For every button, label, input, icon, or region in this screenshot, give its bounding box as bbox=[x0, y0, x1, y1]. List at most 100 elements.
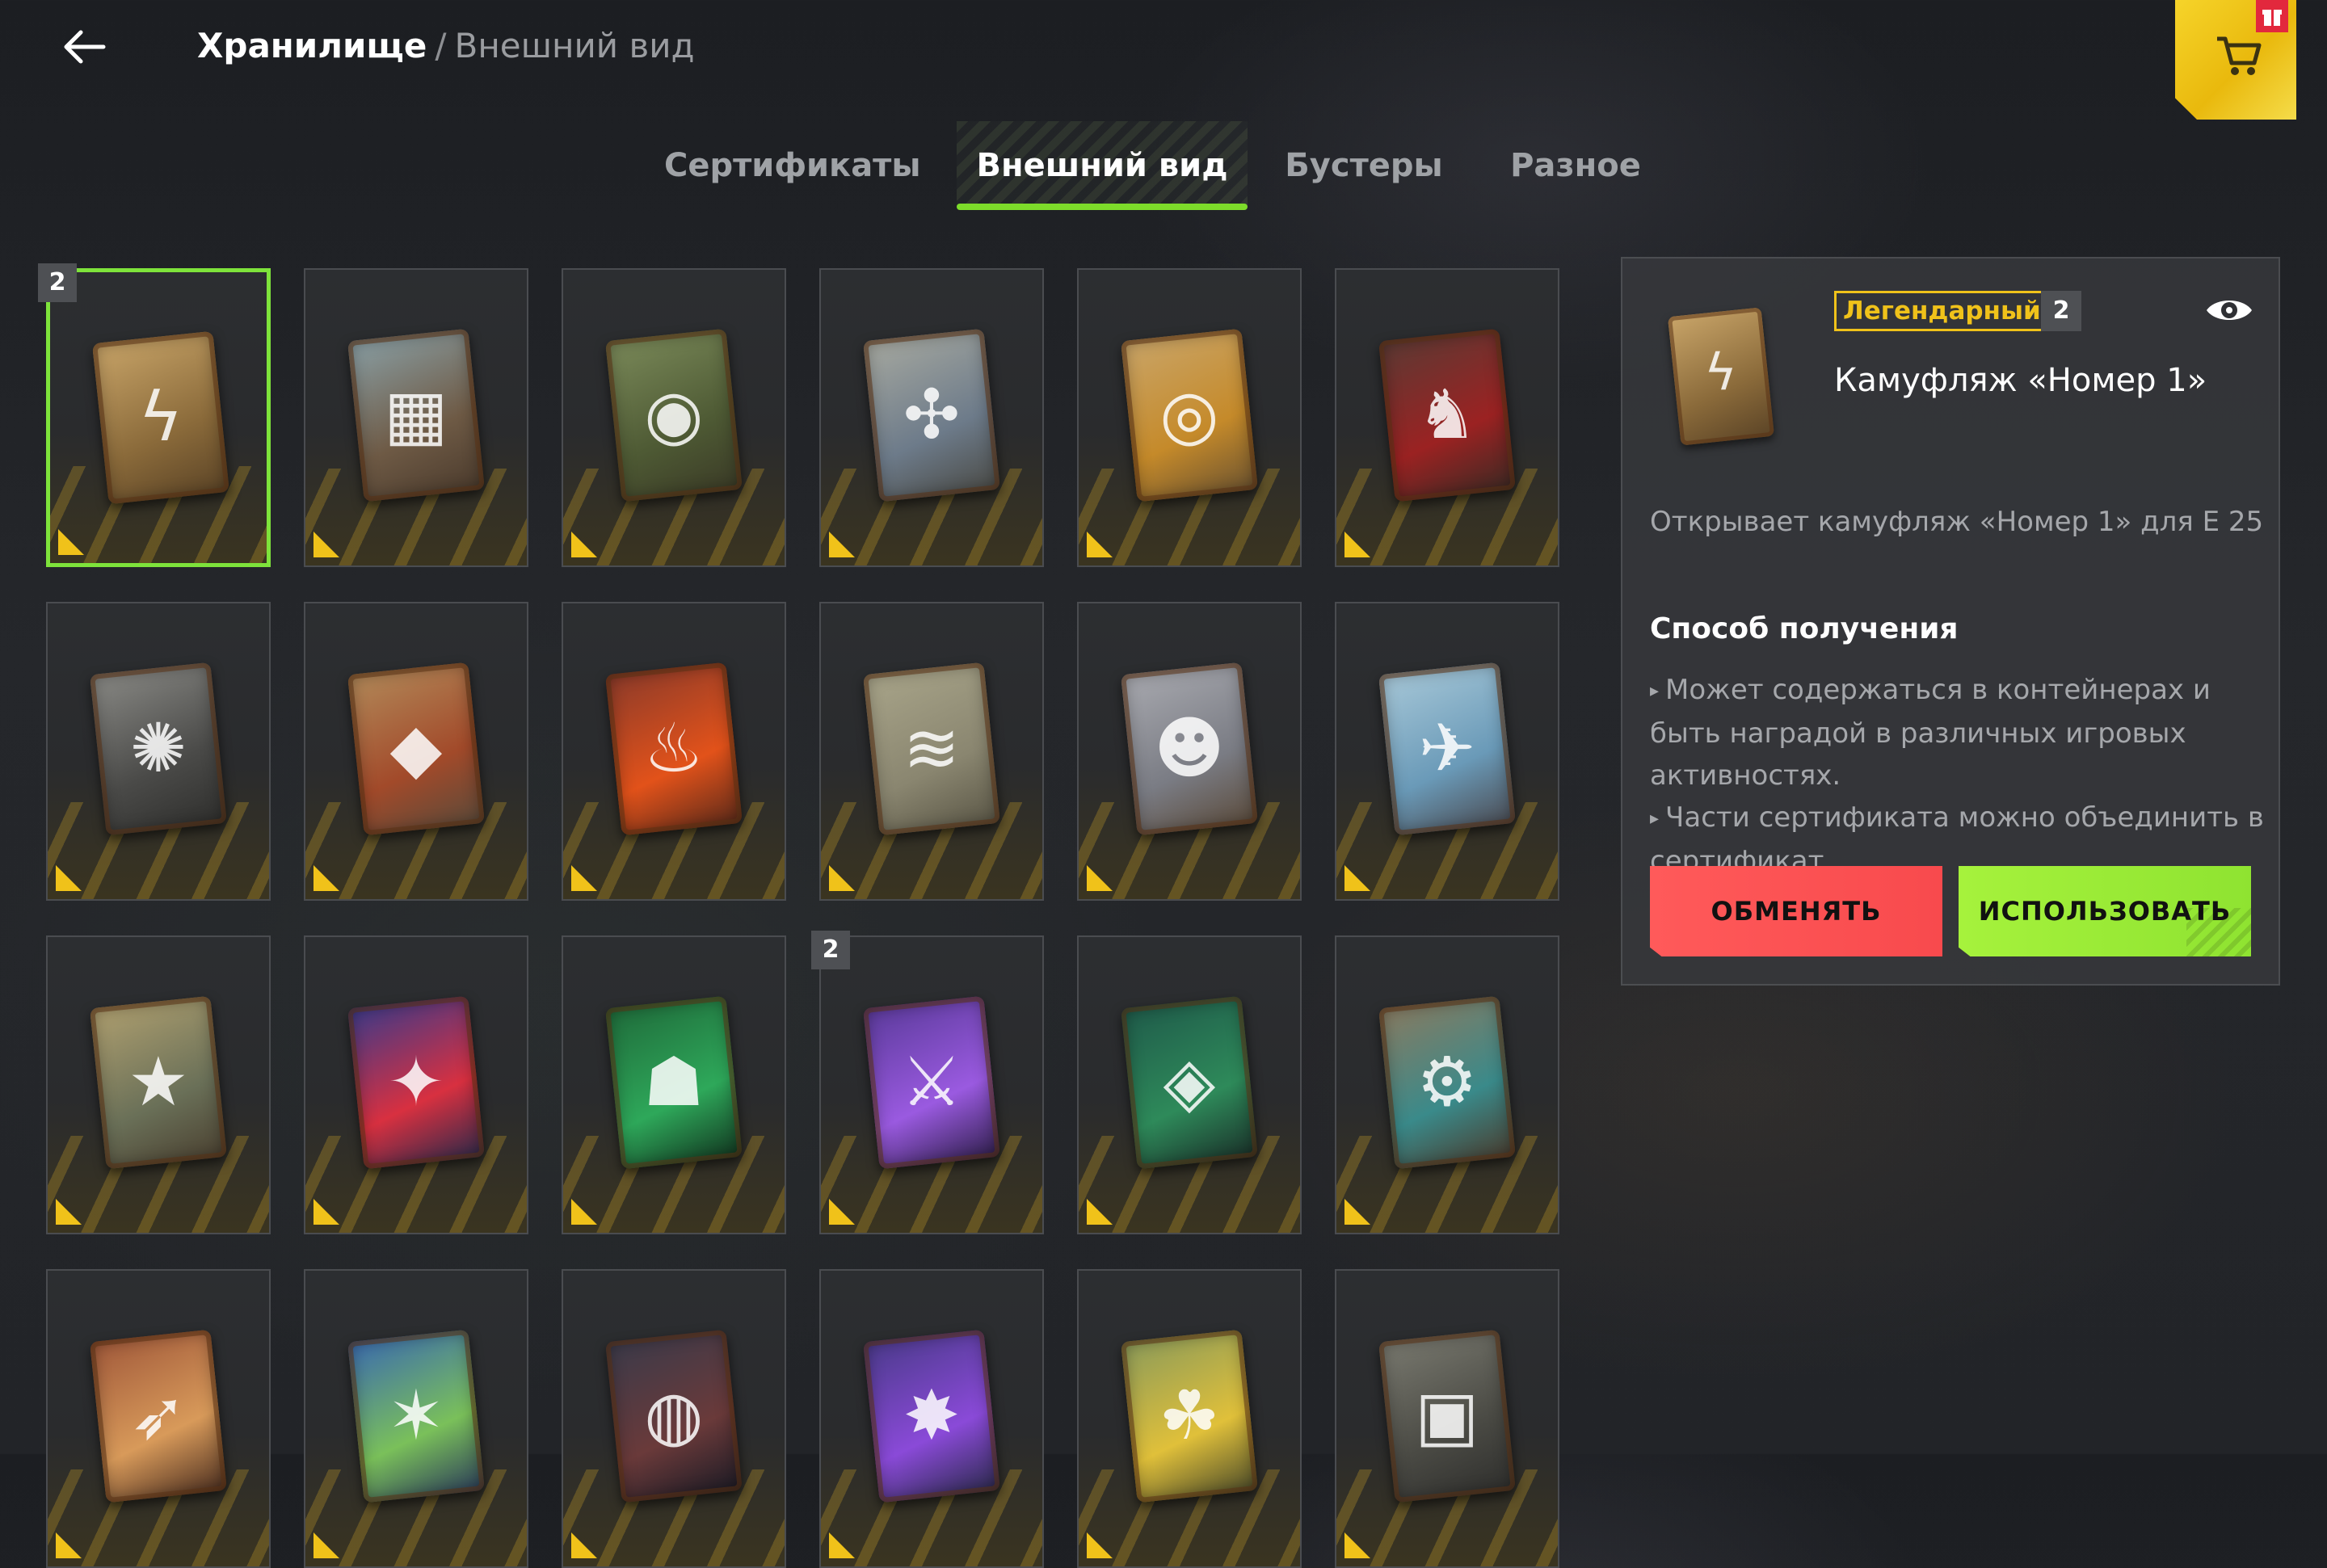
item-cell[interactable]: ☘ bbox=[1077, 1269, 1302, 1568]
item-cell[interactable]: ✸ bbox=[819, 1269, 1044, 1568]
rarity-corner-icon bbox=[1344, 865, 1370, 891]
police-light-card: ✦ bbox=[347, 995, 486, 1170]
rabbit-card: ☻ bbox=[1120, 662, 1259, 836]
item-cell[interactable]: ϟ bbox=[46, 268, 271, 567]
green-cube-icon: ◈ bbox=[1163, 1042, 1216, 1122]
back-button[interactable] bbox=[58, 23, 110, 71]
bullet-arrow-icon: ▸ bbox=[1650, 681, 1660, 701]
shield-card: ◆ bbox=[347, 662, 486, 836]
camo-emblem-icon: ϟ bbox=[138, 377, 183, 457]
rarity-corner-icon bbox=[829, 865, 855, 891]
blue-cells-card: ✣ bbox=[862, 328, 1001, 502]
item-cell[interactable]: ◍ bbox=[562, 1269, 786, 1568]
cart-icon bbox=[2217, 36, 2262, 75]
item-cell[interactable]: ◉ bbox=[562, 268, 786, 567]
purple-blaster-card: ✸ bbox=[862, 1329, 1001, 1503]
item-cell[interactable]: ★ bbox=[46, 935, 271, 1234]
item-cell[interactable]: ▦ bbox=[304, 268, 528, 567]
duck-card: ☘ bbox=[1120, 1329, 1259, 1503]
purple-sword-card: ⚔ bbox=[862, 995, 1001, 1170]
obtain-item-text: Может содержаться в контейнерах и быть н… bbox=[1650, 674, 2211, 792]
tab-misc[interactable]: Разное bbox=[1504, 121, 1647, 210]
item-cell[interactable]: ⚙ bbox=[1335, 935, 1559, 1234]
green-cube-card: ◈ bbox=[1120, 995, 1259, 1170]
item-cell[interactable]: ✈ bbox=[1335, 602, 1559, 901]
tab-appearance[interactable]: Внешний вид bbox=[957, 121, 1248, 210]
retro-robot-card: ⚙ bbox=[1378, 995, 1517, 1170]
breadcrumb-current: Внешний вид bbox=[454, 26, 695, 65]
item-cell[interactable]: ✶ bbox=[304, 1269, 528, 1568]
dragon-eye-card: ◉ bbox=[604, 328, 743, 502]
rarity-corner-icon bbox=[1087, 865, 1113, 891]
retro-robot-icon: ⚙ bbox=[1416, 1042, 1478, 1122]
black-hole-card: ◍ bbox=[604, 1329, 743, 1503]
detail-panel: ϟ Легендарный 2 Камуфляж «Номер 1» Откры… bbox=[1621, 257, 2280, 986]
item-cell[interactable]: ✦ bbox=[304, 935, 528, 1234]
rarity-corner-icon bbox=[313, 1532, 339, 1558]
item-cell[interactable]: ≋ bbox=[819, 602, 1044, 901]
item-cell[interactable]: ◈ bbox=[1077, 935, 1302, 1234]
rarity-corner-icon bbox=[1344, 532, 1370, 557]
breadcrumb-root[interactable]: Хранилище bbox=[197, 26, 427, 65]
item-cell[interactable]: ▣ bbox=[1335, 1269, 1559, 1568]
bullet-arrow-icon: ▸ bbox=[1650, 809, 1660, 829]
item-cell[interactable]: ♨ bbox=[562, 602, 786, 901]
gray-tank-card: ▣ bbox=[1378, 1329, 1517, 1503]
purple-sword-icon: ⚔ bbox=[901, 1042, 962, 1122]
item-count-badge: 2 bbox=[2041, 291, 2081, 331]
item-cell[interactable]: ◎ bbox=[1077, 268, 1302, 567]
gold-band-icon: ◎ bbox=[1159, 375, 1219, 455]
item-cell[interactable]: ✣ bbox=[819, 268, 1044, 567]
rarity-corner-icon bbox=[1087, 532, 1113, 557]
claw-marks-icon: ≋ bbox=[903, 708, 961, 788]
gift-icon bbox=[2262, 10, 2282, 26]
rarity-corner-icon bbox=[571, 532, 597, 557]
gun-robot-icon: ✈ bbox=[1418, 708, 1476, 788]
red-wolf-card: ♞ bbox=[1378, 328, 1517, 502]
green-wanderer-icon: ☗ bbox=[643, 1042, 705, 1122]
use-button[interactable]: ИСПОЛЬЗОВАТЬ bbox=[1959, 866, 2251, 956]
red-wolf-icon: ♞ bbox=[1416, 375, 1478, 455]
item-cell[interactable]: ♞ bbox=[1335, 268, 1559, 567]
christmas-tree-icon: ✶ bbox=[387, 1376, 445, 1456]
rocket-icon: ➶ bbox=[129, 1376, 187, 1456]
eye-icon bbox=[2207, 301, 2252, 320]
green-wanderer-card: ☗ bbox=[604, 995, 743, 1170]
gift-badge[interactable] bbox=[2256, 0, 2288, 32]
rarity-corner-icon bbox=[1344, 1199, 1370, 1225]
rarity-corner-icon bbox=[1087, 1532, 1113, 1558]
tab-certificates[interactable]: Сертификаты bbox=[664, 121, 921, 210]
gray-tank-icon: ▣ bbox=[1415, 1376, 1479, 1456]
white-dragon-card: ✺ bbox=[89, 662, 228, 836]
item-cell[interactable]: ◆ bbox=[304, 602, 528, 901]
tab-boosters[interactable]: Бустеры bbox=[1283, 121, 1445, 210]
item-cell[interactable]: ⚔ bbox=[819, 935, 1044, 1234]
gold-band-card: ◎ bbox=[1120, 328, 1259, 502]
blue-cells-icon: ✣ bbox=[903, 375, 961, 455]
gun-robot-card: ✈ bbox=[1378, 662, 1517, 836]
exchange-button[interactable]: ОБМЕНЯТЬ bbox=[1650, 866, 1942, 956]
item-description: Открывает камуфляж «Номер 1» для Е 25 bbox=[1650, 506, 2264, 538]
item-cell[interactable]: ☗ bbox=[562, 935, 786, 1234]
camo-emblem-icon: ϟ bbox=[1704, 343, 1737, 402]
item-cell[interactable]: ➶ bbox=[46, 1269, 271, 1568]
shield-icon: ◆ bbox=[389, 708, 443, 788]
breadcrumb-separator: / bbox=[435, 26, 447, 65]
purple-blaster-icon: ✸ bbox=[903, 1376, 961, 1456]
item-cell[interactable]: ✺ bbox=[46, 602, 271, 901]
obtain-item-text: Части сертификата можно объединить в сер… bbox=[1650, 801, 2264, 877]
item-title: Камуфляж «Номер 1» bbox=[1834, 362, 2207, 399]
preview-button[interactable] bbox=[2204, 292, 2254, 328]
rarity-corner-icon bbox=[313, 1199, 339, 1225]
rocket-card: ➶ bbox=[89, 1329, 228, 1503]
rarity-corner-icon bbox=[58, 529, 84, 555]
camo-emblem-card: ϟ bbox=[91, 330, 230, 505]
item-cell[interactable]: ☻ bbox=[1077, 602, 1302, 901]
breadcrumb: Хранилище / Внешний вид bbox=[197, 19, 695, 73]
arrow-left-icon bbox=[64, 30, 106, 64]
blue-camo-icon: ▦ bbox=[384, 375, 448, 455]
duck-icon: ☘ bbox=[1159, 1376, 1220, 1456]
fire-bottle-card: ♨ bbox=[604, 662, 743, 836]
rarity-corner-icon bbox=[56, 1199, 82, 1225]
obtain-item: ▸ Может содержаться в контейнерах и быть … bbox=[1650, 669, 2264, 797]
